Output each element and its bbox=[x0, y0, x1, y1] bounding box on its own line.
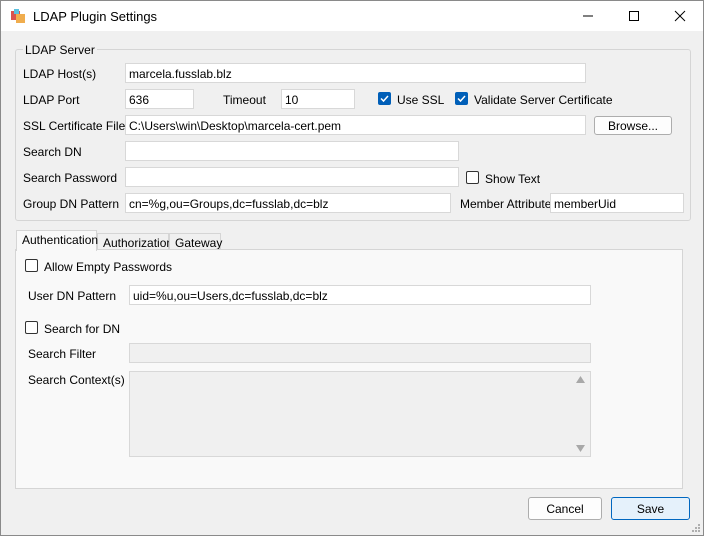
use-ssl-checkbox[interactable] bbox=[378, 92, 391, 105]
ldap-host-label: LDAP Host(s) bbox=[23, 67, 97, 81]
group-dn-label: Group DN Pattern bbox=[23, 197, 120, 211]
allow-empty-passwords-label: Allow Empty Passwords bbox=[44, 260, 173, 274]
save-button[interactable]: Save bbox=[611, 497, 690, 520]
search-context-textarea[interactable] bbox=[129, 371, 591, 457]
scroll-up-icon[interactable] bbox=[576, 376, 585, 383]
search-dn-input[interactable] bbox=[125, 141, 459, 161]
show-text-label: Show Text bbox=[485, 172, 541, 186]
validate-cert-checkbox[interactable] bbox=[455, 92, 468, 105]
search-context-label: Search Context(s) bbox=[28, 373, 125, 387]
search-filter-input[interactable] bbox=[129, 343, 591, 363]
search-filter-label: Search Filter bbox=[28, 347, 97, 361]
member-attr-label: Member Attribute bbox=[460, 197, 552, 211]
search-for-dn-label: Search for DN bbox=[44, 322, 121, 336]
close-button[interactable] bbox=[657, 1, 703, 31]
close-icon bbox=[674, 10, 686, 22]
allow-empty-passwords-checkbox[interactable] bbox=[25, 259, 38, 272]
group-dn-input[interactable]: cn=%g,ou=Groups,dc=fusslab,dc=blz bbox=[125, 193, 451, 213]
validate-cert-label: Validate Server Certificate bbox=[474, 93, 613, 107]
search-password-input[interactable] bbox=[125, 167, 459, 187]
title-bar[interactable]: LDAP Plugin Settings bbox=[1, 1, 703, 31]
ssl-cert-input[interactable]: C:\Users\win\Desktop\marcela-cert.pem bbox=[125, 115, 586, 135]
timeout-input[interactable]: 10 bbox=[281, 89, 355, 109]
scroll-down-icon[interactable] bbox=[576, 445, 585, 452]
user-dn-input[interactable]: uid=%u,ou=Users,dc=fusslab,dc=blz bbox=[129, 285, 591, 305]
ssl-cert-label: SSL Certificate File bbox=[23, 119, 126, 133]
ldap-settings-window: LDAP Plugin Settings LDAP Server LDAP Ho… bbox=[0, 0, 704, 536]
ldap-port-label: LDAP Port bbox=[23, 93, 80, 107]
search-dn-label: Search DN bbox=[23, 145, 82, 159]
resize-grip-icon[interactable] bbox=[691, 523, 701, 533]
maximize-button[interactable] bbox=[611, 1, 657, 31]
use-ssl-label: Use SSL bbox=[397, 93, 445, 107]
cancel-button[interactable]: Cancel bbox=[528, 497, 602, 520]
checkmark-icon bbox=[380, 95, 389, 103]
member-attr-input[interactable]: memberUid bbox=[550, 193, 684, 213]
tab-authentication[interactable]: Authentication bbox=[16, 230, 98, 251]
window-title: LDAP Plugin Settings bbox=[33, 9, 158, 24]
ldap-server-group-label: LDAP Server bbox=[23, 43, 97, 57]
browse-button[interactable]: Browse... bbox=[594, 116, 672, 135]
minimize-button[interactable] bbox=[565, 1, 611, 31]
search-for-dn-checkbox[interactable] bbox=[25, 321, 38, 334]
ldap-host-input[interactable]: marcela.fusslab.blz bbox=[125, 63, 586, 83]
checkmark-icon bbox=[457, 95, 466, 103]
minimize-icon bbox=[583, 15, 593, 17]
user-dn-label: User DN Pattern bbox=[28, 289, 117, 303]
timeout-label: Timeout bbox=[223, 93, 266, 107]
ldap-port-input[interactable]: 636 bbox=[125, 89, 194, 109]
show-text-checkbox[interactable] bbox=[466, 171, 479, 184]
search-password-label: Search Password bbox=[23, 171, 118, 185]
maximize-icon bbox=[629, 11, 639, 21]
app-icon bbox=[11, 9, 25, 23]
